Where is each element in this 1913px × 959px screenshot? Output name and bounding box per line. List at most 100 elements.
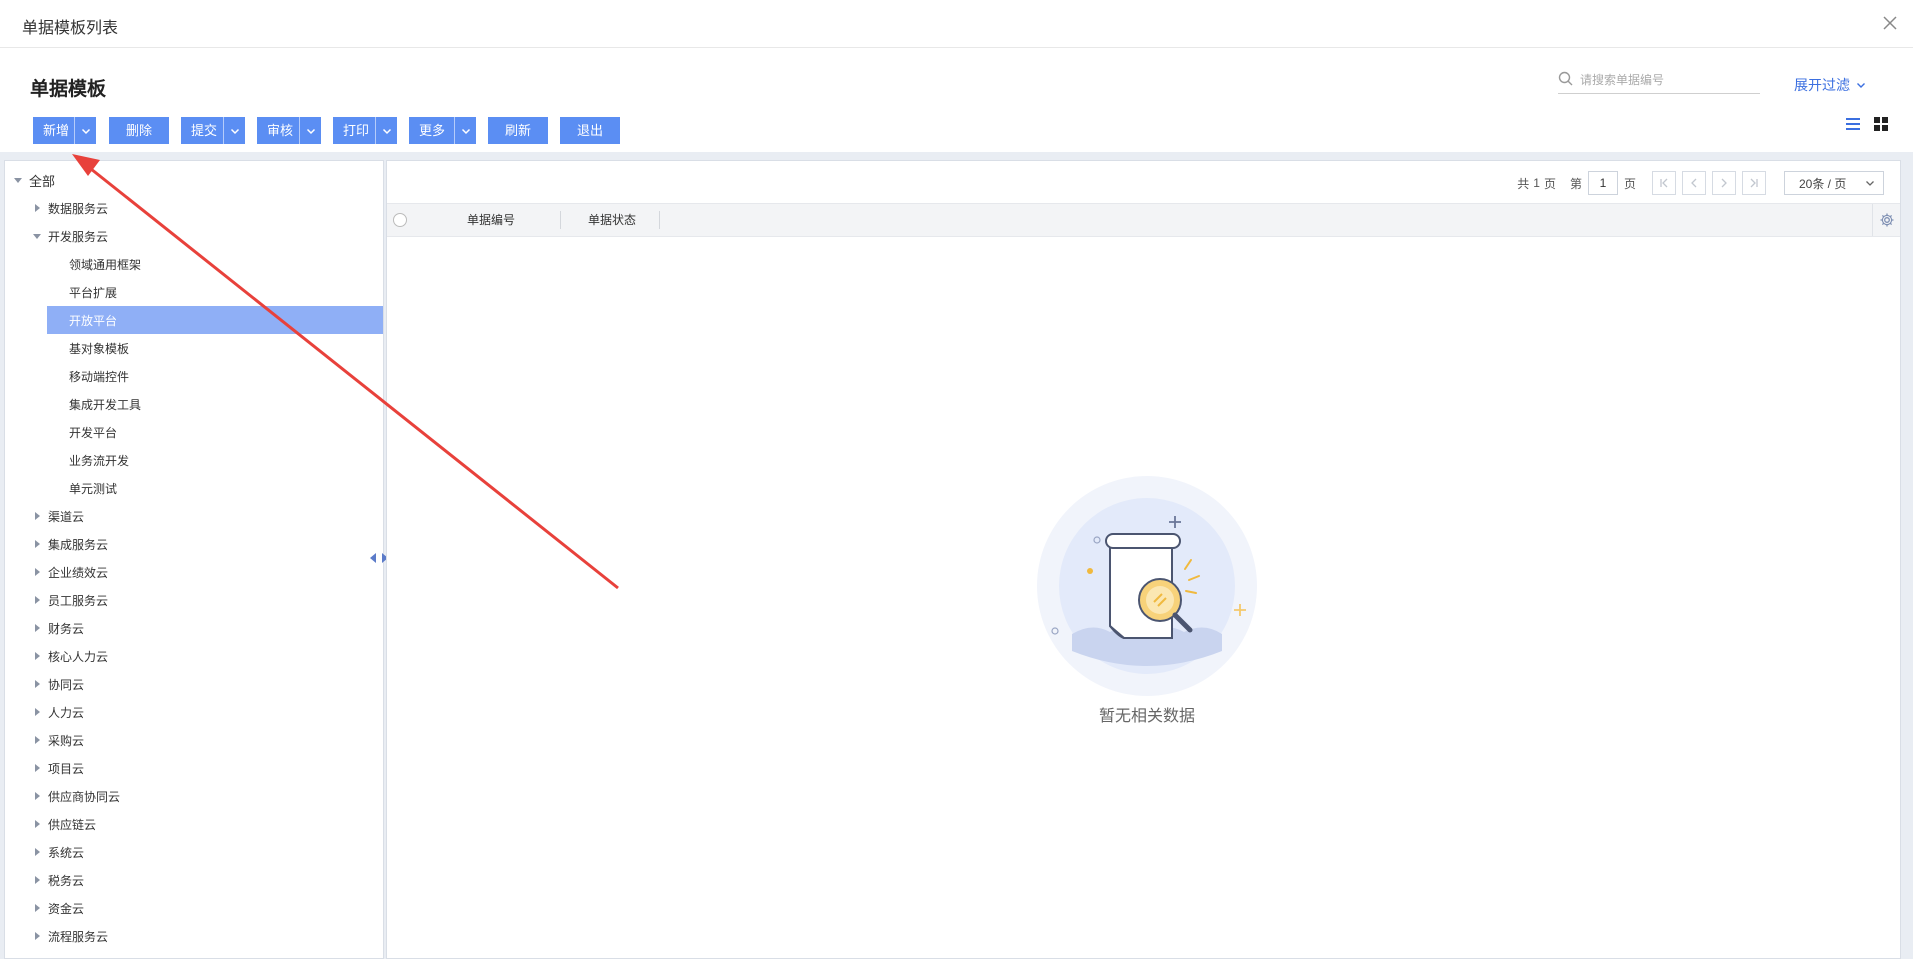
expand-filter-link[interactable]: 展开过滤 bbox=[1794, 75, 1866, 95]
caret-right-icon[interactable] bbox=[32, 651, 42, 661]
search-input[interactable] bbox=[1580, 70, 1758, 90]
tree-node-group[interactable]: 采购云 bbox=[32, 726, 372, 754]
audit-button[interactable]: 审核 bbox=[257, 117, 321, 144]
prev-page-button[interactable] bbox=[1682, 171, 1706, 195]
tree-node-label: 移动端控件 bbox=[69, 369, 130, 384]
tree-node-group[interactable]: 资金云 bbox=[32, 894, 372, 922]
tree-node-group[interactable]: 税务云 bbox=[32, 866, 372, 894]
tree-node-group[interactable]: 供应商协同云 bbox=[32, 782, 372, 810]
tree-node-group[interactable]: 系统云 bbox=[32, 838, 372, 866]
tree-node-leaf[interactable]: 开发平台 bbox=[47, 418, 383, 446]
first-page-button[interactable] bbox=[1652, 171, 1676, 195]
tree-node-group[interactable]: 协同云 bbox=[32, 670, 372, 698]
submit-button-label: 提交 bbox=[191, 123, 218, 138]
caret-right-icon[interactable] bbox=[32, 847, 42, 857]
column-divider[interactable] bbox=[659, 211, 660, 229]
tree-node-label: 单元测试 bbox=[69, 481, 118, 496]
tree-node-leaf[interactable]: 领域通用框架 bbox=[47, 250, 383, 278]
empty-state: 暂无相关数据 bbox=[1032, 476, 1262, 725]
tree-node-group[interactable]: 财务云 bbox=[32, 614, 372, 642]
print-button[interactable]: 打印 bbox=[333, 117, 397, 144]
tree-node-group[interactable]: 人力云 bbox=[32, 698, 372, 726]
caret-right-icon[interactable] bbox=[32, 735, 42, 745]
last-page-icon bbox=[1750, 178, 1758, 188]
tree-node-leaf[interactable]: 单元测试 bbox=[47, 474, 383, 502]
column-header-bill-number[interactable]: 单据编号 bbox=[421, 204, 561, 236]
page-size-select[interactable]: 20条 / 页 bbox=[1784, 171, 1884, 195]
tree-node-leaf[interactable]: 基对象模板 bbox=[47, 334, 383, 362]
more-button[interactable]: 更多 bbox=[409, 117, 476, 144]
submit-button[interactable]: 提交 bbox=[181, 117, 245, 144]
tree-node-group[interactable]: 员工服务云 bbox=[32, 586, 372, 614]
tree-node-label: 税务云 bbox=[48, 873, 85, 888]
tree-node-group[interactable]: 流程服务云 bbox=[32, 922, 372, 950]
tree-node-leaf[interactable]: 业务流开发 bbox=[47, 446, 383, 474]
caret-right-icon[interactable] bbox=[32, 707, 42, 717]
add-button-label: 新增 bbox=[43, 123, 70, 138]
caret-right-icon[interactable] bbox=[32, 539, 42, 549]
list-view-icon[interactable] bbox=[1845, 116, 1861, 132]
first-page-icon bbox=[1660, 178, 1668, 188]
column-header-bill-status[interactable]: 单据状态 bbox=[561, 204, 663, 236]
page-number-input[interactable] bbox=[1587, 171, 1618, 195]
tree-node-group[interactable]: 开发服务云 bbox=[32, 222, 372, 250]
caret-right-icon[interactable] bbox=[32, 511, 42, 521]
expand-filter-label: 展开过滤 bbox=[1794, 77, 1850, 93]
more-dropdown-toggle[interactable] bbox=[454, 117, 476, 144]
tree-node-group[interactable]: 项目云 bbox=[32, 754, 372, 782]
add-dropdown-toggle[interactable] bbox=[74, 117, 96, 144]
column-settings-button[interactable] bbox=[1872, 204, 1900, 236]
last-page-button[interactable] bbox=[1742, 171, 1766, 195]
chevron-down-icon bbox=[1857, 83, 1865, 88]
dialog-title: 单据模板列表 bbox=[22, 20, 119, 37]
tree-node-label: 领域通用框架 bbox=[69, 257, 142, 272]
close-icon[interactable] bbox=[1881, 14, 1899, 32]
exit-button[interactable]: 退出 bbox=[560, 117, 620, 144]
grid-view-icon[interactable] bbox=[1873, 116, 1889, 132]
tree-node-leaf[interactable]: 平台扩展 bbox=[47, 278, 383, 306]
tree-root-all[interactable]: 全部 bbox=[13, 166, 55, 194]
tree-node-group[interactable]: 数据服务云 bbox=[32, 194, 372, 222]
tree-node-group[interactable]: 企业绩效云 bbox=[32, 558, 372, 586]
delete-button[interactable]: 删除 bbox=[109, 117, 169, 144]
tree-node-leaf[interactable]: 移动端控件 bbox=[47, 362, 383, 390]
tree-node-group[interactable]: 供应链云 bbox=[32, 810, 372, 838]
caret-right-icon[interactable] bbox=[32, 595, 42, 605]
audit-dropdown-toggle[interactable] bbox=[299, 117, 321, 144]
tree-node-leaf[interactable]: 集成开发工具 bbox=[47, 390, 383, 418]
tree-node-group[interactable]: 核心人力云 bbox=[32, 642, 372, 670]
next-page-button[interactable] bbox=[1712, 171, 1736, 195]
pager-total-suffix: 页 bbox=[1543, 176, 1556, 191]
tree-node-label: 财务云 bbox=[48, 621, 85, 636]
select-all-checkbox[interactable] bbox=[393, 213, 407, 227]
caret-right-icon[interactable] bbox=[32, 679, 42, 689]
refresh-button[interactable]: 刷新 bbox=[488, 117, 548, 144]
gear-icon bbox=[1880, 213, 1893, 227]
tree-node-label: 人力云 bbox=[48, 705, 85, 720]
tree-node-label: 供应商协同云 bbox=[48, 789, 121, 804]
caret-right-icon[interactable] bbox=[32, 875, 42, 885]
collapse-left-icon[interactable] bbox=[370, 553, 376, 563]
caret-right-icon[interactable] bbox=[32, 763, 42, 773]
caret-right-icon[interactable] bbox=[32, 203, 42, 213]
tree-node-label: 集成开发工具 bbox=[69, 397, 142, 412]
add-button[interactable]: 新增 bbox=[33, 117, 96, 144]
caret-right-icon[interactable] bbox=[32, 791, 42, 801]
print-dropdown-toggle[interactable] bbox=[375, 117, 397, 144]
view-switcher bbox=[1845, 116, 1889, 132]
tree-node-group[interactable]: 渠道云 bbox=[32, 502, 372, 530]
tree-node-label: 员工服务云 bbox=[48, 593, 109, 608]
tree-node-group[interactable]: 集成服务云 bbox=[32, 530, 372, 558]
caret-right-icon[interactable] bbox=[32, 931, 42, 941]
caret-right-icon[interactable] bbox=[32, 567, 42, 577]
caret-right-icon[interactable] bbox=[32, 819, 42, 829]
tree-node-leaf[interactable]: 开放平台 bbox=[47, 306, 383, 334]
submit-dropdown-toggle[interactable] bbox=[223, 117, 245, 144]
caret-down-icon[interactable] bbox=[32, 231, 42, 241]
caret-right-icon[interactable] bbox=[32, 903, 42, 913]
chevron-down-icon bbox=[461, 128, 470, 134]
pager: 共 1 页 第 页 20条 / 页 bbox=[1517, 171, 1884, 195]
caret-right-icon[interactable] bbox=[32, 623, 42, 633]
pager-page-suffix: 页 bbox=[1623, 176, 1636, 191]
tree-node-label: 供应链云 bbox=[48, 817, 97, 832]
